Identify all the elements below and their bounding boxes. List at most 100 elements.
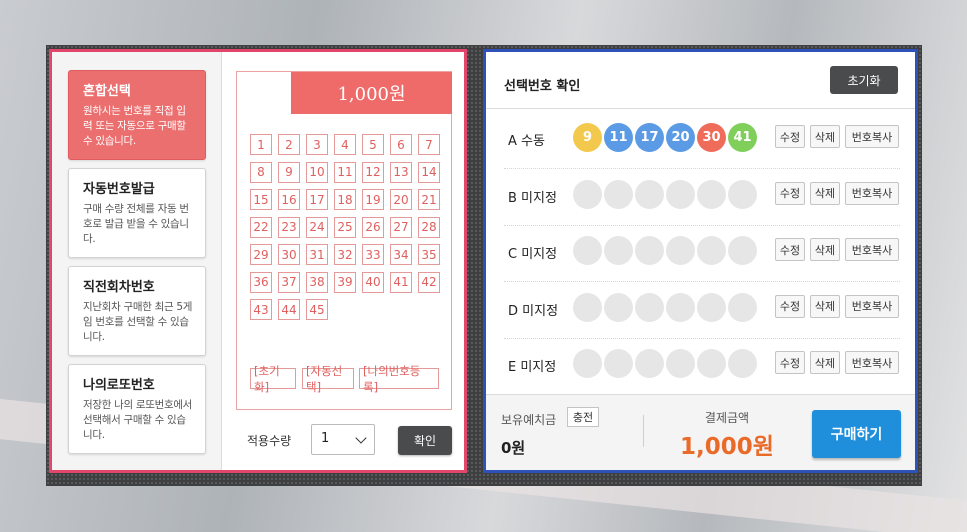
edit-button[interactable]: 수정 bbox=[775, 238, 805, 261]
confirm-button[interactable]: 확인 bbox=[398, 426, 452, 455]
number-button[interactable]: 13 bbox=[390, 161, 412, 183]
copy-numbers-button[interactable]: 번호복사 bbox=[845, 238, 899, 261]
number-button[interactable]: 7 bbox=[418, 134, 440, 155]
number-button[interactable]: 36 bbox=[250, 271, 272, 293]
number-button[interactable]: 37 bbox=[278, 271, 300, 293]
empty-ball bbox=[635, 236, 664, 265]
copy-numbers-button[interactable]: 번호복사 bbox=[845, 181, 899, 205]
number-button[interactable]: 16 bbox=[278, 189, 300, 210]
register-my-numbers-button[interactable]: [나의번호등록] bbox=[359, 364, 439, 394]
number-button[interactable]: 9 bbox=[278, 161, 300, 183]
empty-ball bbox=[666, 179, 695, 209]
number-button[interactable]: 45 bbox=[306, 299, 328, 320]
number-button[interactable]: 44 bbox=[278, 299, 300, 320]
empty-ball bbox=[666, 236, 695, 265]
number-button[interactable]: 5 bbox=[362, 134, 384, 155]
menu-item[interactable]: 자동번호발급 구매 수량 전체를 자동 번호로 발급 받을 수 있습니다. bbox=[68, 168, 206, 258]
lotto-ball: 17 bbox=[635, 123, 664, 152]
payment-amount: 1,000원 bbox=[680, 434, 774, 460]
number-button[interactable]: 15 bbox=[250, 189, 272, 210]
edit-button[interactable]: 수정 bbox=[775, 181, 805, 205]
selected-numbers-panel: 선택번호 확인 초기화 A 수동 9 11 17 20 30 41 수정 삭제 번호복사 B 미지정… bbox=[483, 49, 918, 473]
number-button[interactable]: 42 bbox=[418, 271, 440, 293]
edit-button[interactable]: 수정 bbox=[775, 351, 805, 374]
number-button[interactable]: 30 bbox=[278, 244, 300, 265]
number-button[interactable]: 4 bbox=[334, 134, 356, 155]
copy-numbers-button[interactable]: 번호복사 bbox=[845, 294, 899, 318]
menu-item[interactable]: 혼합선택원하시는 번호를 직접 입력 또는 자동으로 구매할 수 있습니다. bbox=[68, 70, 206, 160]
menu-item-title: 나의로또번호 bbox=[83, 378, 155, 393]
number-button[interactable]: 22 bbox=[250, 216, 272, 238]
buy-button[interactable]: 구매하기 bbox=[812, 410, 901, 458]
menu-item[interactable]: 직전회차번호 지난회차 구매한 최근 5게임 번호를 선택할 수 있습니다. bbox=[68, 266, 206, 356]
number-button[interactable]: 1 bbox=[250, 134, 272, 155]
number-button[interactable]: 11 bbox=[334, 161, 356, 183]
empty-ball bbox=[728, 349, 757, 378]
number-button[interactable]: 23 bbox=[278, 216, 300, 238]
number-button[interactable]: 40 bbox=[362, 271, 384, 293]
number-button[interactable]: 33 bbox=[362, 244, 384, 265]
number-button[interactable]: 41 bbox=[390, 271, 412, 293]
number-button[interactable]: 20 bbox=[390, 189, 412, 210]
empty-ball bbox=[635, 179, 664, 209]
delete-button[interactable]: 삭제 bbox=[810, 351, 840, 374]
delete-button[interactable]: 삭제 bbox=[810, 125, 840, 148]
number-button[interactable]: 39 bbox=[334, 271, 356, 293]
number-button[interactable]: 8 bbox=[250, 161, 272, 183]
number-button[interactable]: 26 bbox=[362, 216, 384, 238]
empty-ball bbox=[728, 292, 757, 322]
number-button[interactable]: 12 bbox=[362, 161, 384, 183]
number-button[interactable]: 27 bbox=[390, 216, 412, 238]
divider bbox=[486, 108, 915, 109]
charge-button[interactable]: 충전 bbox=[567, 407, 599, 427]
number-button[interactable]: 35 bbox=[418, 244, 440, 265]
row-label: C 미지정 bbox=[508, 247, 558, 262]
row-label: A 수동 bbox=[508, 134, 545, 149]
number-button[interactable]: 31 bbox=[306, 244, 328, 265]
delete-button[interactable]: 삭제 bbox=[810, 294, 840, 318]
empty-ball bbox=[635, 349, 664, 378]
number-button[interactable]: 17 bbox=[306, 189, 328, 210]
menu-item-description: 원하시는 번호를 직접 입력 또는 자동으로 구매할 수 있습니다. bbox=[83, 105, 186, 147]
number-button[interactable]: 14 bbox=[418, 161, 440, 183]
menu-item-title: 혼합선택 bbox=[83, 84, 131, 99]
selection-row: C 미지정 수정 삭제 번호복사 bbox=[504, 226, 900, 282]
copy-numbers-button[interactable]: 번호복사 bbox=[845, 125, 899, 148]
menu-item-description: 구매 수량 전체를 자동 번호로 발급 받을 수 있습니다. bbox=[83, 203, 189, 245]
quantity-value: 1 bbox=[321, 431, 330, 446]
quantity-label: 적용수량 bbox=[247, 434, 292, 448]
number-button[interactable]: 21 bbox=[418, 189, 440, 210]
empty-ball bbox=[697, 349, 726, 378]
number-button[interactable]: 3 bbox=[306, 134, 328, 155]
number-button[interactable]: 29 bbox=[250, 244, 272, 265]
number-button[interactable]: 6 bbox=[390, 134, 412, 155]
number-button[interactable]: 18 bbox=[334, 189, 356, 210]
empty-ball bbox=[728, 236, 757, 265]
number-button[interactable]: 2 bbox=[278, 134, 300, 155]
edit-button[interactable]: 수정 bbox=[775, 125, 805, 148]
number-button[interactable]: 34 bbox=[390, 244, 412, 265]
number-button[interactable]: 10 bbox=[306, 161, 328, 183]
number-button[interactable]: 32 bbox=[334, 244, 356, 265]
delete-button[interactable]: 삭제 bbox=[810, 181, 840, 205]
picker-reset-button[interactable]: [초기화] bbox=[250, 364, 296, 394]
copy-numbers-button[interactable]: 번호복사 bbox=[845, 351, 899, 374]
quantity-select[interactable]: 1 bbox=[311, 424, 375, 455]
empty-ball bbox=[604, 236, 633, 265]
menu-item[interactable]: 나의로또번호 저장한 나의 로또번호에서 선택해서 구매할 수 있습니다. bbox=[68, 364, 206, 454]
number-button[interactable]: 38 bbox=[306, 271, 328, 293]
panel-title: 선택번호 확인 bbox=[504, 79, 581, 94]
edit-button[interactable]: 수정 bbox=[775, 294, 805, 318]
empty-ball bbox=[697, 179, 726, 209]
number-button[interactable]: 43 bbox=[250, 299, 272, 320]
reset-all-button[interactable]: 초기화 bbox=[830, 66, 898, 94]
number-button[interactable]: 19 bbox=[362, 189, 384, 210]
number-button[interactable]: 24 bbox=[306, 216, 328, 238]
number-button[interactable]: 28 bbox=[418, 216, 440, 238]
delete-button[interactable]: 삭제 bbox=[810, 238, 840, 261]
auto-select-button[interactable]: [자동선택] bbox=[302, 364, 354, 394]
empty-ball bbox=[573, 179, 602, 209]
number-button[interactable]: 25 bbox=[334, 216, 356, 238]
menu-item-description: 지난회차 구매한 최근 5게임 번호를 선택할 수 있습니다. bbox=[83, 301, 193, 343]
number-selection-panel: 혼합선택 원하시는 번호를 직접 입력 또는 자동으로 구매할 수 있습니다. 자동… bbox=[49, 49, 467, 473]
